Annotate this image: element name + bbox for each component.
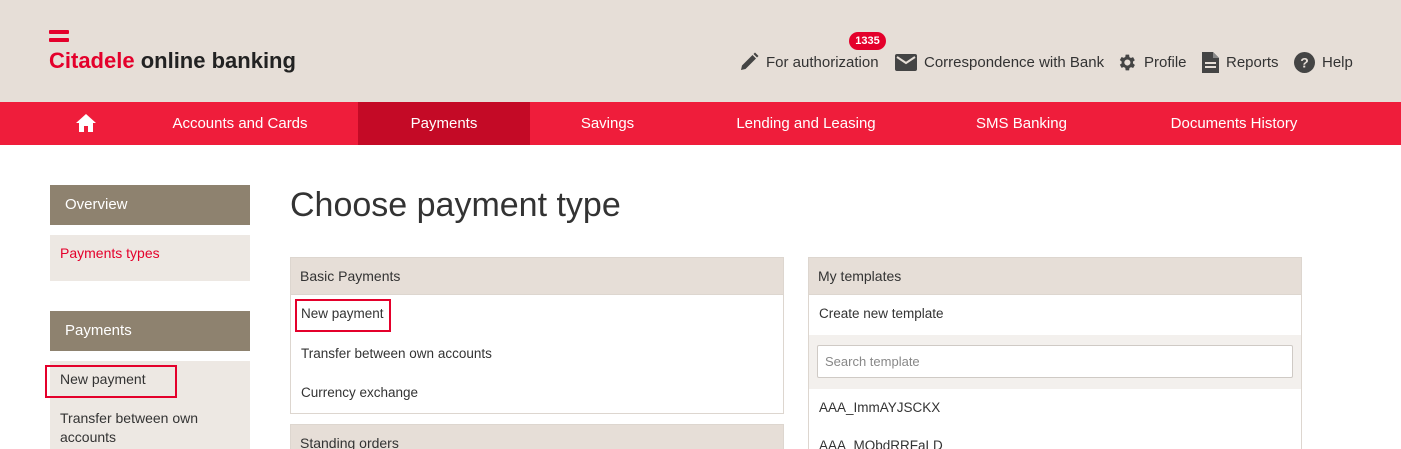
nav-accounts-and-cards[interactable]: Accounts and Cards bbox=[150, 102, 330, 145]
nav-documents-history[interactable]: Documents History bbox=[1140, 102, 1328, 145]
profile-label: Profile bbox=[1144, 53, 1187, 71]
my-templates-heading: My templates bbox=[808, 257, 1302, 295]
sidebar-item-accounts[interactable]: accounts bbox=[60, 429, 116, 445]
gear-icon bbox=[1119, 54, 1135, 70]
help-label: Help bbox=[1322, 53, 1353, 71]
basic-currency-exchange-link[interactable]: Currency exchange bbox=[301, 385, 418, 400]
template-search-input[interactable] bbox=[817, 345, 1293, 378]
reports-label: Reports bbox=[1226, 53, 1279, 71]
sidebar-item-transfer-between-own[interactable]: Transfer between own bbox=[60, 410, 198, 426]
nav-payments[interactable]: Payments bbox=[358, 102, 530, 145]
basic-payments-heading: Basic Payments bbox=[290, 257, 784, 295]
template-item[interactable]: AAA_ImmAYJSCKX bbox=[819, 400, 940, 415]
logo-title: online banking bbox=[134, 48, 296, 73]
reports-link[interactable]: Reports bbox=[1202, 50, 1279, 74]
nav-sms-banking[interactable]: SMS Banking bbox=[945, 102, 1098, 145]
for-authorization-link[interactable]: For authorization bbox=[739, 50, 879, 74]
nav-savings[interactable]: Savings bbox=[540, 102, 675, 145]
help-icon: ? bbox=[1294, 51, 1315, 73]
template-item[interactable]: AAA_MQbdRRFaLD bbox=[819, 438, 943, 449]
correspondence-link[interactable]: Correspondence with Bank bbox=[895, 50, 1104, 74]
svg-text:?: ? bbox=[1300, 54, 1309, 70]
envelope-icon bbox=[895, 53, 917, 71]
sidebar-payments-heading: Payments bbox=[50, 311, 250, 351]
header: Citadele online banking For authorizatio… bbox=[0, 0, 1401, 102]
sidebar-item-payments-types[interactable]: Payments types bbox=[60, 245, 160, 261]
sidebar-overview-heading: Overview bbox=[50, 185, 250, 225]
home-icon[interactable] bbox=[76, 114, 96, 132]
standing-orders-heading: Standing orders bbox=[290, 424, 784, 449]
logo-mark-icon bbox=[49, 30, 69, 42]
for-authorization-label: For authorization bbox=[766, 53, 879, 71]
profile-link[interactable]: Profile bbox=[1116, 50, 1187, 74]
page-title: Choose payment type bbox=[290, 186, 621, 224]
logo-brand: Citadele bbox=[49, 48, 135, 73]
pencil-icon bbox=[741, 52, 759, 70]
main-navigation: Accounts and Cards Payments Savings Lend… bbox=[0, 102, 1401, 145]
highlight-frame bbox=[45, 365, 177, 398]
help-link[interactable]: ? Help bbox=[1294, 50, 1353, 74]
highlight-frame bbox=[295, 299, 391, 332]
authorization-count-badge: 1335 bbox=[849, 32, 886, 50]
nav-lending-and-leasing[interactable]: Lending and Leasing bbox=[715, 102, 897, 145]
correspondence-label: Correspondence with Bank bbox=[924, 53, 1105, 71]
create-new-template-link[interactable]: Create new template bbox=[819, 306, 944, 321]
basic-transfer-own-accounts-link[interactable]: Transfer between own accounts bbox=[301, 346, 492, 361]
document-icon bbox=[1202, 51, 1219, 73]
